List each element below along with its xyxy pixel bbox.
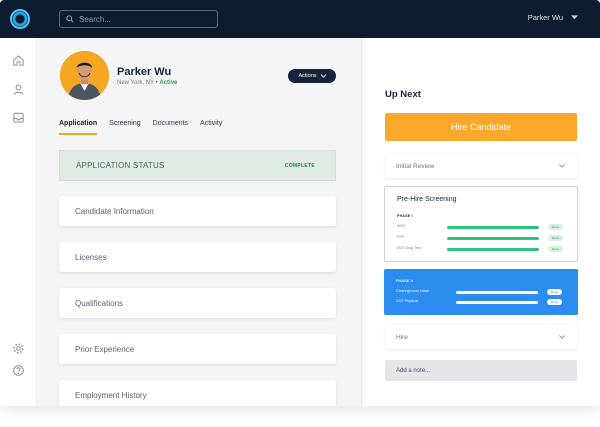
hire-label: Hire <box>396 333 408 341</box>
check-row-dot-physical: DOT Physical Done <box>396 299 566 306</box>
user-icon[interactable] <box>12 83 25 96</box>
chevron-down-icon <box>320 74 326 78</box>
user-menu[interactable]: Parker Wu <box>528 13 578 22</box>
check-row-psp: PSP Done <box>397 235 567 242</box>
application-status-badge: COMPLETE <box>284 162 315 169</box>
user-menu-name: Parker Wu <box>527 13 563 22</box>
hire-row[interactable]: Hire <box>385 325 577 349</box>
up-next-panel: Up Next Hire Candidate Initial Review Pr… <box>361 38 600 406</box>
initial-review-label: Initial Review <box>396 162 435 170</box>
sidebar <box>0 38 37 406</box>
phase-2-card[interactable]: PHASE II Clearinghouse Initial Done DOT … <box>384 269 578 315</box>
check-label: MVR <box>397 224 405 228</box>
status-pill: Done <box>547 299 562 305</box>
avatar <box>60 51 109 100</box>
tab-application[interactable]: Application <box>59 120 98 135</box>
progress-bar <box>447 237 539 240</box>
actions-button-label: Actions <box>298 73 317 79</box>
check-label: DOT Drug Test <box>397 246 421 250</box>
phase-2-label: PHASE II <box>396 279 413 283</box>
status-pill: Done <box>548 224 563 230</box>
inbox-icon[interactable] <box>12 111 25 124</box>
add-note-input[interactable]: Add a note... <box>385 360 577 381</box>
main-panel: Parker Wu New York, NY • Active Actions … <box>37 38 361 406</box>
candidate-location: New York, NY <box>117 80 154 86</box>
up-next-title: Up Next <box>385 89 421 100</box>
app-logo-icon[interactable] <box>10 9 30 29</box>
application-status-title: APPLICATION STATUS <box>76 161 165 170</box>
top-bar: Parker Wu <box>0 0 600 38</box>
tab-documents[interactable]: Documents <box>153 120 188 135</box>
gear-icon[interactable] <box>12 342 25 355</box>
phase-1-label: PHASE I <box>397 214 413 218</box>
application-status-card[interactable]: APPLICATION STATUS COMPLETE <box>59 150 336 181</box>
status-pill: Done <box>548 246 563 252</box>
status-pill: Done <box>548 235 563 241</box>
check-label: DOT Physical <box>396 299 418 303</box>
profile-tabs: Application Screening Documents Activity <box>59 120 222 135</box>
check-row-dot-drug-test: DOT Drug Test Done <box>397 246 567 253</box>
app-window: Parker Wu <box>0 0 600 406</box>
search-icon <box>66 15 74 23</box>
tab-activity[interactable]: Activity <box>200 120 222 135</box>
check-label: PSP <box>397 235 405 239</box>
initial-review-row[interactable]: Initial Review <box>385 154 577 178</box>
pre-hire-screening-card: Pre-Hire Screening PHASE I MVR Done PSP … <box>384 186 578 262</box>
pre-hire-screening-title: Pre-Hire Screening <box>397 196 457 203</box>
section-licenses[interactable]: Licenses <box>59 242 336 272</box>
hire-candidate-button[interactable]: Hire Candidate <box>385 113 577 141</box>
search-box[interactable] <box>59 10 218 28</box>
help-icon[interactable] <box>12 364 25 377</box>
section-prior-experience[interactable]: Prior Experience <box>59 334 336 364</box>
check-row-clearinghouse: Clearinghouse Initial Done <box>396 289 566 296</box>
candidate-location-line: New York, NY • Active <box>117 80 177 86</box>
status-badge: Active <box>159 80 178 86</box>
candidate-name: Parker Wu <box>117 66 172 78</box>
progress-bar <box>447 248 539 251</box>
search-input[interactable] <box>79 14 209 24</box>
status-pill: Done <box>547 289 562 295</box>
home-icon[interactable] <box>12 54 25 67</box>
chevron-down-icon <box>559 335 565 339</box>
avatar-portrait-icon <box>60 51 109 100</box>
section-qualifications[interactable]: Qualifications <box>59 288 336 318</box>
check-row-mvr: MVR Done <box>397 224 567 231</box>
chevron-down-icon <box>559 164 565 168</box>
progress-bar <box>447 226 539 229</box>
actions-button[interactable]: Actions <box>288 69 336 83</box>
progress-bar <box>456 291 538 294</box>
section-employment-history[interactable]: Employment History <box>59 380 336 406</box>
section-candidate-information[interactable]: Candidate Information <box>59 196 336 226</box>
check-label: Clearinghouse Initial <box>396 289 429 293</box>
tab-screening[interactable]: Screening <box>109 120 141 135</box>
chevron-down-icon <box>571 15 578 20</box>
progress-bar <box>456 301 538 304</box>
